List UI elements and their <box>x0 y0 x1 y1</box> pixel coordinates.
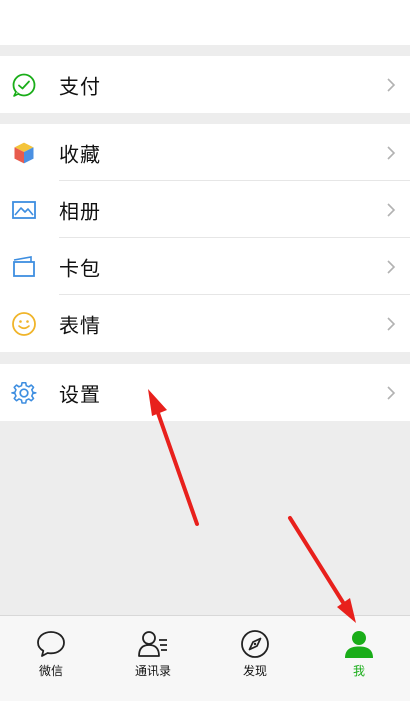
menu-item-favorites[interactable]: 收藏 <box>0 124 410 181</box>
chat-bubble-icon <box>37 631 65 657</box>
contacts-icon <box>138 631 167 657</box>
menu-item-settings[interactable]: 设置 <box>0 364 410 421</box>
tab-label: 发现 <box>242 664 267 678</box>
menu-item-cards[interactable]: 卡包 <box>0 238 410 295</box>
menu-item-label: 卡包 <box>59 256 101 280</box>
smiley-icon <box>12 311 36 336</box>
gear-icon <box>11 381 37 404</box>
menu-item-label: 相册 <box>59 199 101 223</box>
tab-contacts[interactable]: 通讯录 <box>102 616 204 701</box>
chevron-right-icon <box>387 259 396 274</box>
settings-group: 设置 <box>0 364 410 421</box>
card-wallet-icon <box>13 255 35 277</box>
features-group: 收藏 相册 卡包 表情 <box>0 124 410 352</box>
menu-item-label: 设置 <box>59 382 101 406</box>
chevron-right-icon <box>387 145 396 160</box>
tab-me[interactable]: 我 <box>308 616 410 701</box>
chevron-right-icon <box>387 202 396 217</box>
tab-discover[interactable]: 发现 <box>204 616 306 701</box>
bottom-tab-bar: 微信 通讯录 发现 我 <box>0 615 410 701</box>
menu-item-album[interactable]: 相册 <box>0 181 410 238</box>
chevron-right-icon <box>387 385 396 400</box>
menu-item-stickers[interactable]: 表情 <box>0 295 410 352</box>
picture-icon <box>12 200 36 219</box>
chevron-right-icon <box>387 77 396 92</box>
compass-icon <box>241 630 269 658</box>
menu-item-pay[interactable]: 支付 <box>0 56 410 113</box>
tab-chats[interactable]: 微信 <box>0 616 102 701</box>
pay-group: 支付 <box>0 56 410 113</box>
arrow-to-me-tab <box>288 516 356 623</box>
menu-item-label: 支付 <box>59 74 101 98</box>
menu-item-label: 表情 <box>59 313 101 337</box>
wechat-pay-icon <box>12 73 36 97</box>
profile-card-partial[interactable] <box>0 0 410 45</box>
tab-label: 微信 <box>38 664 63 678</box>
chevron-right-icon <box>387 316 396 331</box>
tab-label: 我 <box>352 664 365 678</box>
tab-label: 通讯录 <box>134 664 171 678</box>
menu-item-label: 收藏 <box>59 142 101 166</box>
person-icon <box>345 631 373 658</box>
cube-icon <box>13 140 35 165</box>
